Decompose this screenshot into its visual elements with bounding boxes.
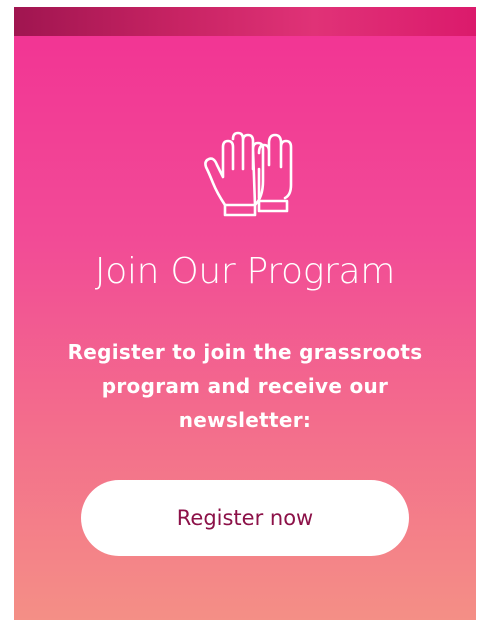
page-title: Join Our Program [94,251,396,292]
description-text: Register to join the grassroots program … [67,340,423,432]
program-card: Join Our Program Register to join the gr… [14,7,476,620]
register-now-button[interactable]: Register now [81,480,409,556]
gloves-icon [204,131,293,217]
top-accent-strip [14,7,476,36]
